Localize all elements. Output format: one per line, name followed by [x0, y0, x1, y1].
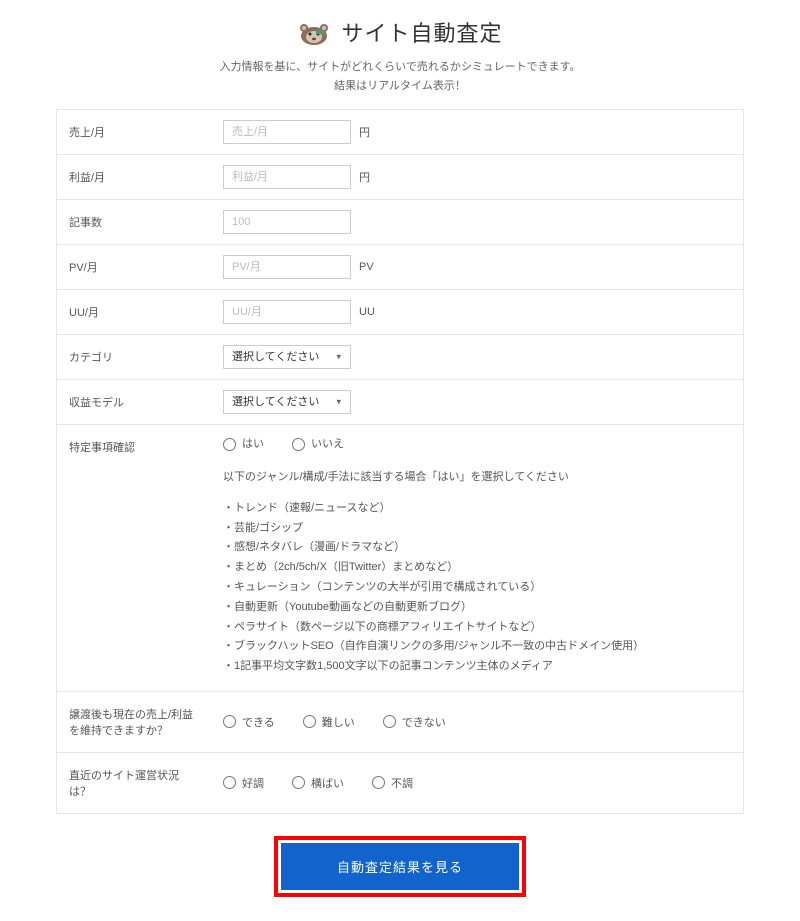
label-recent: 直近のサイト運営状況は？	[57, 753, 211, 813]
row-recent: 直近のサイト運営状況は？ 好調 横ばい 不調	[57, 753, 743, 813]
category-select[interactable]: 選択してください	[223, 345, 351, 369]
row-sales: 売上/月 円	[57, 110, 743, 155]
transfer-radio-can-input[interactable]	[223, 715, 236, 728]
special-item-2: 感想/ネタバレ（漫画/ドラマなど）	[223, 538, 731, 558]
recent-radio-bad-input[interactable]	[372, 776, 385, 789]
special-radio-yes-input[interactable]	[223, 438, 236, 451]
row-profit: 利益/月 円	[57, 155, 743, 200]
uu-unit: UU	[359, 306, 375, 318]
sales-input[interactable]	[223, 120, 351, 144]
transfer-radio-can[interactable]: できる	[223, 714, 275, 730]
row-pv: PV/月 PV	[57, 245, 743, 290]
special-item-3: まとめ（2ch/5ch/X（旧Twitter）まとめなど）	[223, 558, 731, 578]
special-item-4: キュレーション（コンテンツの大半が引用で構成されている）	[223, 578, 731, 598]
special-radio-no[interactable]: いいえ	[292, 435, 344, 454]
special-item-7: ブラックハットSEO（自作自演リンクの多用/ジャンル不一致の中古ドメイン使用）	[223, 637, 731, 657]
articles-input[interactable]	[223, 210, 351, 234]
recent-radio-bad[interactable]: 不調	[372, 775, 413, 791]
special-radio-yes[interactable]: はい	[223, 435, 264, 454]
label-articles: 記事数	[57, 200, 211, 244]
page-title: サイト自動査定	[341, 16, 502, 48]
special-item-8: 1記事平均文字数1,500文字以下の記事コンテンツ主体のメディア	[223, 657, 731, 677]
row-uu: UU/月 UU	[57, 290, 743, 335]
transfer-radio-group: できる 難しい できない	[223, 714, 446, 730]
recent-radio-good-input[interactable]	[223, 776, 236, 789]
row-transfer: 譲渡後も現在の売上/利益を維持できますか？ できる 難しい できない	[57, 692, 743, 753]
label-special: 特定事項確認	[57, 425, 211, 691]
row-revenue-model: 収益モデル 選択してください	[57, 380, 743, 425]
label-uu: UU/月	[57, 290, 211, 334]
sales-unit: 円	[359, 124, 370, 140]
profit-unit: 円	[359, 169, 370, 185]
recent-radio-group: 好調 横ばい 不調	[223, 775, 413, 791]
recent-radio-flat-input[interactable]	[292, 776, 305, 789]
special-item-0: トレンド（速報/ニュースなど）	[223, 499, 731, 519]
pv-input[interactable]	[223, 255, 351, 279]
otter-icon	[297, 18, 331, 46]
button-area: 自動査定結果を見る	[0, 836, 800, 897]
label-category: カテゴリ	[57, 335, 211, 379]
row-special: 特定事項確認 はい いいえ 以下のジャンル/構成/手法に該当する場合「はい」を選…	[57, 425, 743, 692]
label-sales: 売上/月	[57, 110, 211, 154]
label-revenue-model: 収益モデル	[57, 380, 211, 424]
row-category: カテゴリ 選択してください	[57, 335, 743, 380]
transfer-radio-hard[interactable]: 難しい	[303, 714, 355, 730]
pv-unit: PV	[359, 261, 374, 273]
special-list: トレンド（速報/ニュースなど） 芸能/ゴシップ 感想/ネタバレ（漫画/ドラマなど…	[223, 499, 731, 677]
transfer-radio-cannot[interactable]: できない	[383, 714, 446, 730]
form-container: 売上/月 円 利益/月 円 記事数 PV/月 PV	[56, 109, 744, 814]
recent-radio-good[interactable]: 好調	[223, 775, 264, 791]
special-desc: 以下のジャンル/構成/手法に該当する場合「はい」を選択してください	[223, 468, 731, 487]
label-pv: PV/月	[57, 245, 211, 289]
transfer-radio-hard-input[interactable]	[303, 715, 316, 728]
special-radio-no-input[interactable]	[292, 438, 305, 451]
uu-input[interactable]	[223, 300, 351, 324]
label-transfer: 譲渡後も現在の売上/利益を維持できますか？	[57, 692, 211, 752]
row-articles: 記事数	[57, 200, 743, 245]
highlight-box: 自動査定結果を見る	[274, 836, 526, 897]
special-radio-group: はい いいえ	[223, 435, 731, 454]
subtitle-line1: 入力情報を基に、サイトがどれくらいで売れるかシミュレートできます。	[0, 58, 800, 77]
special-item-5: 自動更新（Youtube動画などの自動更新ブログ）	[223, 598, 731, 618]
recent-radio-flat[interactable]: 横ばい	[292, 775, 344, 791]
subtitle-line2: 結果はリアルタイム表示！	[0, 77, 800, 96]
revenue-model-select[interactable]: 選択してください	[223, 390, 351, 414]
profit-input[interactable]	[223, 165, 351, 189]
transfer-radio-cannot-input[interactable]	[383, 715, 396, 728]
special-item-6: ペラサイト（数ページ以下の商標アフィリエイトサイトなど）	[223, 618, 731, 638]
submit-button[interactable]: 自動査定結果を見る	[281, 843, 519, 890]
label-profit: 利益/月	[57, 155, 211, 199]
special-item-1: 芸能/ゴシップ	[223, 519, 731, 539]
page-header: サイト自動査定 入力情報を基に、サイトがどれくらいで売れるかシミュレートできます…	[0, 16, 800, 95]
